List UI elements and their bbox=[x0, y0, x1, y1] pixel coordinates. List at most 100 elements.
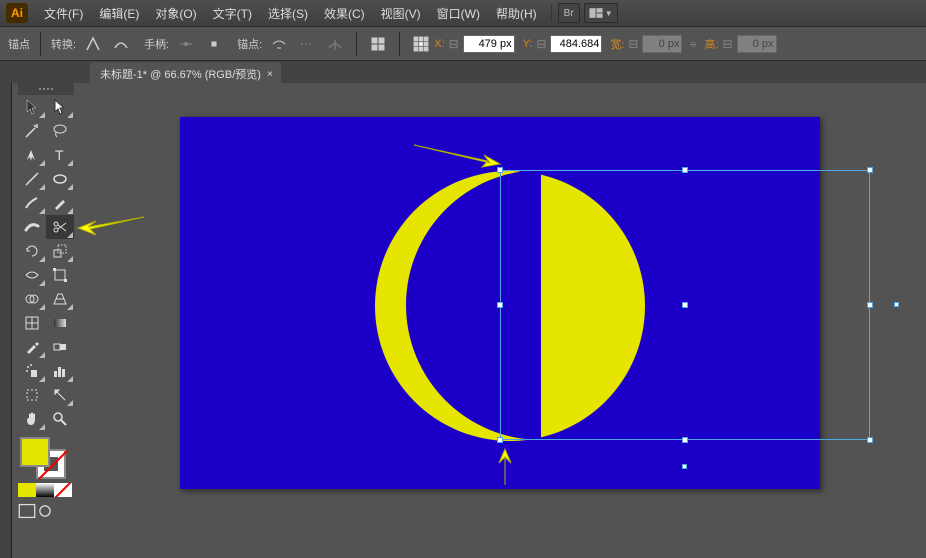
handle-show-icon[interactable] bbox=[175, 33, 197, 55]
app-logo: Ai bbox=[6, 3, 28, 23]
y-input[interactable] bbox=[550, 35, 602, 53]
annotation-arrow-tool bbox=[76, 213, 146, 237]
lasso-tool[interactable] bbox=[46, 119, 74, 143]
panel-strip[interactable] bbox=[0, 83, 12, 558]
handle-tm[interactable] bbox=[682, 167, 688, 173]
link-wh-icon[interactable]: ⦵ bbox=[686, 33, 700, 55]
shape-builder-tool[interactable] bbox=[18, 287, 46, 311]
arrange-docs-icon[interactable]: ▼ bbox=[584, 3, 618, 23]
scale-tool[interactable] bbox=[46, 239, 74, 263]
convert-smooth-icon[interactable] bbox=[110, 33, 132, 55]
y-label: Y: bbox=[523, 38, 533, 50]
scissors-tool[interactable] bbox=[46, 215, 74, 239]
tab-title: 未标题-1* @ 66.67% (RGB/预览) bbox=[100, 66, 261, 82]
handle-ml[interactable] bbox=[497, 302, 503, 308]
rotate-tool[interactable] bbox=[18, 239, 46, 263]
remove-anchor-icon[interactable] bbox=[268, 33, 290, 55]
canvas-area[interactable] bbox=[74, 83, 926, 558]
y-stepper[interactable]: ⊟ bbox=[534, 33, 548, 55]
symbol-spray-tool[interactable] bbox=[18, 359, 46, 383]
toolbox-grip[interactable] bbox=[18, 83, 74, 95]
pencil-tool[interactable] bbox=[46, 191, 74, 215]
slice-tool[interactable] bbox=[46, 383, 74, 407]
menu-effect[interactable]: 效果(C) bbox=[316, 1, 373, 26]
document-tab[interactable]: 未标题-1* @ 66.67% (RGB/预览) × bbox=[90, 62, 281, 83]
handle-sub-r[interactable] bbox=[894, 302, 899, 307]
cut-path-icon[interactable] bbox=[324, 33, 346, 55]
eyedropper-tool[interactable] bbox=[18, 335, 46, 359]
h-stepper: ⊟ bbox=[721, 33, 735, 55]
draw-mode-icon[interactable] bbox=[36, 503, 54, 519]
bridge-icon[interactable]: Br bbox=[558, 3, 580, 23]
zoom-tool[interactable] bbox=[46, 407, 74, 431]
tab-close-icon[interactable]: × bbox=[267, 69, 273, 80]
color-mode-row bbox=[18, 483, 74, 497]
handle-label: 手柄: bbox=[144, 36, 169, 52]
handle-tr[interactable] bbox=[867, 167, 873, 173]
handle-hide-icon[interactable] bbox=[203, 33, 225, 55]
connect-anchor-icon[interactable] bbox=[296, 33, 318, 55]
isolate-icon[interactable] bbox=[367, 33, 389, 55]
fill-swatch[interactable] bbox=[20, 437, 50, 467]
direct-select-tool[interactable] bbox=[46, 95, 74, 119]
color-mode-gradient[interactable] bbox=[36, 483, 54, 497]
tab-bar: 未标题-1* @ 66.67% (RGB/预览) × bbox=[0, 61, 926, 83]
screen-mode-row bbox=[18, 503, 74, 519]
color-swatch[interactable] bbox=[18, 435, 74, 481]
menu-file[interactable]: 文件(F) bbox=[36, 1, 91, 26]
free-transform-tool[interactable] bbox=[46, 263, 74, 287]
x-stepper[interactable]: ⊟ bbox=[447, 33, 461, 55]
h-input bbox=[737, 35, 777, 53]
x-input[interactable] bbox=[463, 35, 515, 53]
width-tool[interactable] bbox=[18, 263, 46, 287]
annotation-arrow-bottom bbox=[495, 447, 515, 487]
blob-brush-tool[interactable] bbox=[18, 215, 46, 239]
x-label: X: bbox=[434, 38, 444, 50]
line-tool[interactable] bbox=[18, 167, 46, 191]
brush-tool[interactable] bbox=[18, 191, 46, 215]
screen-mode-icon[interactable] bbox=[18, 503, 36, 519]
w-stepper: ⊟ bbox=[626, 33, 640, 55]
menu-object[interactable]: 对象(O) bbox=[147, 1, 204, 26]
handle-bl[interactable] bbox=[497, 437, 503, 443]
selection-tool[interactable] bbox=[18, 95, 46, 119]
convert-corner-icon[interactable] bbox=[82, 33, 104, 55]
menu-select[interactable]: 选择(S) bbox=[260, 1, 316, 26]
w-label: 宽: bbox=[610, 36, 624, 52]
menu-help[interactable]: 帮助(H) bbox=[488, 1, 545, 26]
perspective-tool[interactable] bbox=[46, 287, 74, 311]
anchor-label: 锚点 bbox=[8, 36, 30, 52]
menu-text[interactable]: 文字(T) bbox=[205, 1, 260, 26]
column-graph-tool[interactable] bbox=[46, 359, 74, 383]
mesh-tool[interactable] bbox=[18, 311, 46, 335]
menu-view[interactable]: 视图(V) bbox=[373, 1, 429, 26]
color-mode-solid[interactable] bbox=[18, 483, 36, 497]
menu-edit[interactable]: 编辑(E) bbox=[91, 1, 147, 26]
anchors-label: 锚点: bbox=[237, 36, 262, 52]
type-tool[interactable]: T bbox=[46, 143, 74, 167]
pen-tool[interactable] bbox=[18, 143, 46, 167]
selection-bounds bbox=[500, 170, 870, 440]
blend-tool[interactable] bbox=[46, 335, 74, 359]
color-mode-none[interactable] bbox=[54, 483, 72, 497]
handle-br[interactable] bbox=[867, 437, 873, 443]
toolbox: T bbox=[18, 83, 74, 431]
control-bar: 锚点 转换: 手柄: 锚点: X: ⊟ Y: ⊟ 宽: ⊟ ⦵ 高: ⊟ bbox=[0, 27, 926, 61]
handle-bm[interactable] bbox=[682, 437, 688, 443]
hand-tool[interactable] bbox=[18, 407, 46, 431]
handle-mr[interactable] bbox=[867, 302, 873, 308]
ref-point-icon[interactable] bbox=[410, 33, 432, 55]
gradient-tool[interactable] bbox=[46, 311, 74, 335]
handle-sub-b[interactable] bbox=[682, 464, 687, 469]
menu-window[interactable]: 窗口(W) bbox=[429, 1, 488, 26]
menu-bar: Ai 文件(F) 编辑(E) 对象(O) 文字(T) 选择(S) 效果(C) 视… bbox=[0, 0, 926, 27]
annotation-arrow-top bbox=[412, 139, 502, 169]
handle-center[interactable] bbox=[682, 302, 688, 308]
artboard-tool[interactable] bbox=[18, 383, 46, 407]
ellipse-tool[interactable] bbox=[46, 167, 74, 191]
artboard[interactable] bbox=[180, 117, 820, 489]
h-label: 高: bbox=[704, 36, 718, 52]
w-input bbox=[642, 35, 682, 53]
convert-label: 转换: bbox=[51, 36, 76, 52]
magic-wand-tool[interactable] bbox=[18, 119, 46, 143]
